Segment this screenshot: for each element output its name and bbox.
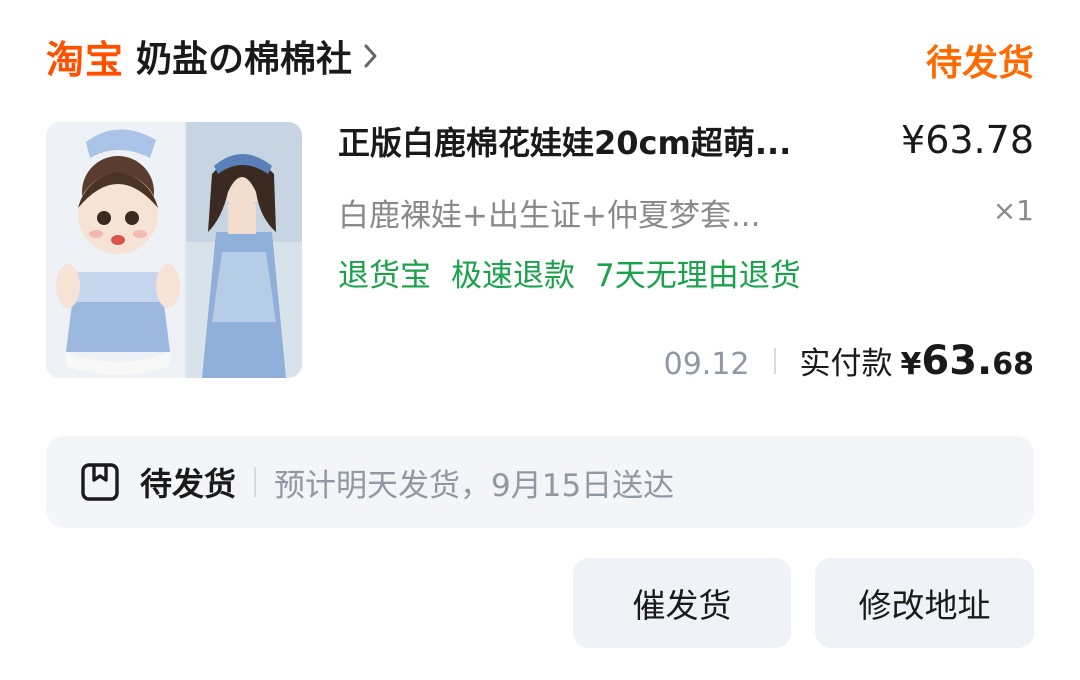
divider xyxy=(254,467,257,497)
paid-label: 实付款 xyxy=(799,346,893,382)
shop-name[interactable]: 奶盐の棉棉社 xyxy=(136,30,352,82)
divider xyxy=(773,348,776,374)
logistics-card[interactable]: 待发货 预计明天发货，9月15日送达 xyxy=(46,436,1034,528)
product-quantity: ×1 xyxy=(992,194,1034,227)
urge-shipping-button[interactable]: 催发货 xyxy=(573,558,791,648)
paid-currency: ¥ xyxy=(900,347,922,382)
product-price: ¥63.78 xyxy=(901,118,1034,162)
order-date: 09.12 xyxy=(663,347,750,382)
paid-amount-dec: 68 xyxy=(992,347,1034,382)
logistics-estimate: 预计明天发货，9月15日送达 xyxy=(274,467,675,504)
order-status: 待发货 xyxy=(925,43,1034,84)
chevron-right-icon[interactable] xyxy=(362,42,380,74)
tag-seven-day-return: 7天无理由退货 xyxy=(595,258,801,294)
order-header: 淘宝 奶盐の棉棉社 待发货 xyxy=(46,28,1034,85)
paid-amount-int: 63. xyxy=(921,338,993,384)
logistics-status: 待发货 xyxy=(140,465,237,503)
payment-summary: 09.12 实付款 ¥ 63. 68 xyxy=(664,338,1034,384)
product-spec[interactable]: 白鹿裸娃+出生证+仲夏梦套... xyxy=(338,190,761,235)
product-image[interactable] xyxy=(46,122,302,378)
service-tags: 退货宝 极速退款 7天无理由退货 xyxy=(338,250,801,295)
taobao-logo: 淘宝 xyxy=(46,37,125,82)
tag-return-insurance: 退货宝 xyxy=(338,258,431,294)
tag-fast-refund: 极速退款 xyxy=(451,258,575,294)
product-title[interactable]: 正版白鹿棉花娃娃20cm超萌... xyxy=(338,118,858,164)
package-box-icon xyxy=(80,462,120,502)
change-address-button[interactable]: 修改地址 xyxy=(815,558,1034,648)
